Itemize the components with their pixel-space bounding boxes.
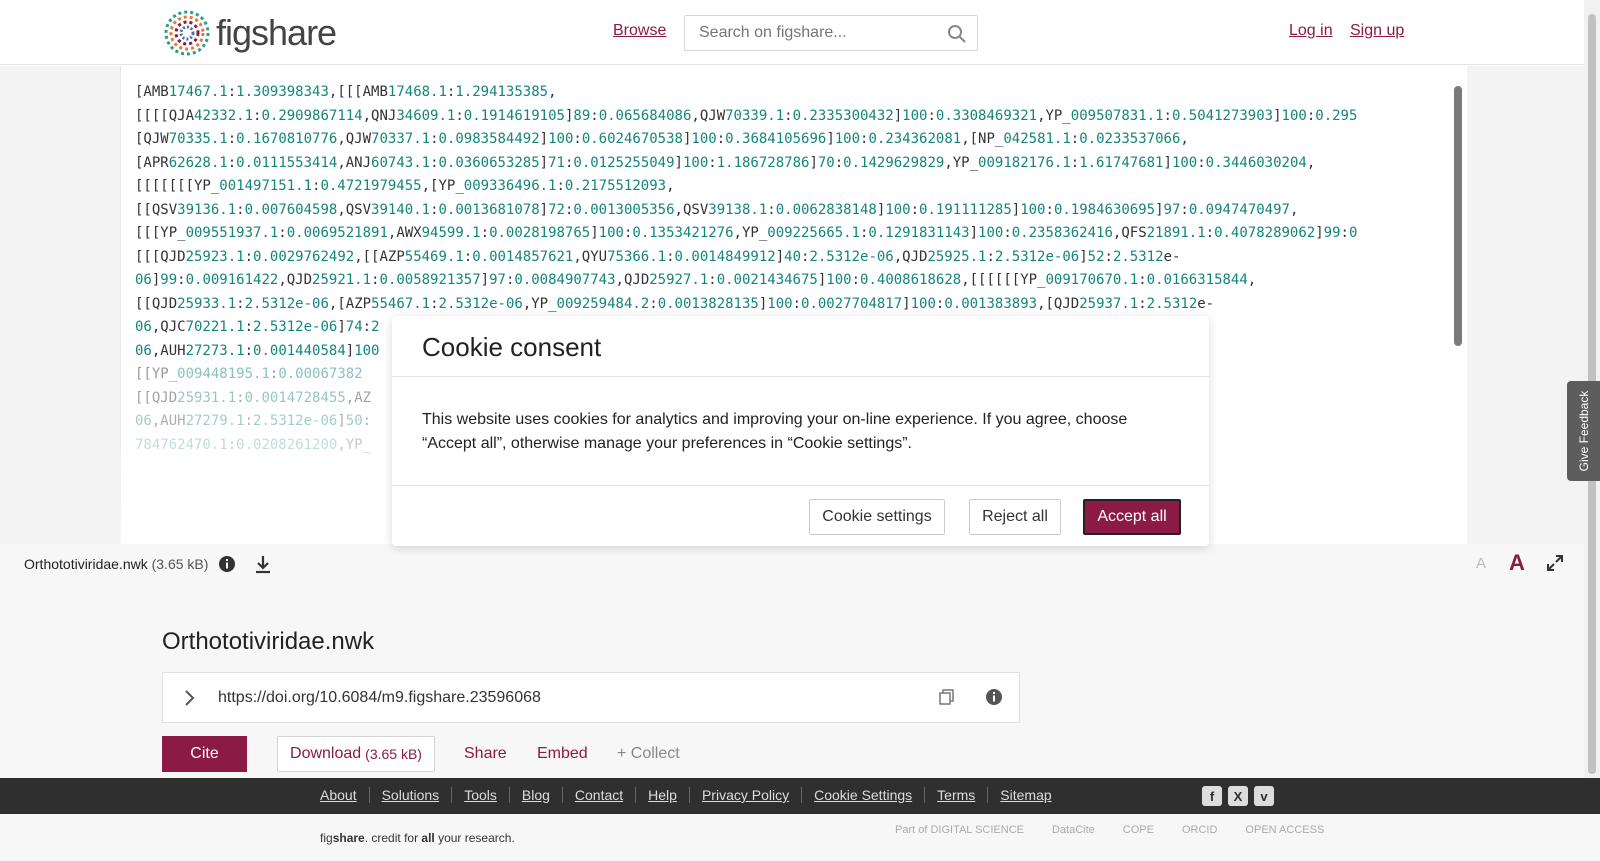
file-name: Orthototiviridae.nwk (3.65 kB) [24,556,208,572]
file-bar: Orthototiviridae.nwk (3.65 kB) A A [0,544,1584,584]
footer-nav: About Solutions Tools Blog Contact Help Privac… [0,778,1600,814]
code-line: [[[[[[[YP_001497151.1:0.4721979455,[YP_0… [135,178,675,194]
tagline-fig: fig [320,831,333,845]
fullscreen-icon[interactable] [1547,555,1563,571]
give-feedback-label: Give Feedback [1576,390,1591,472]
search-input[interactable] [699,24,939,42]
code-line: [[QJD25933.1:2.5312e-06,[AZP55467.1:2.53… [135,295,1215,312]
download-icon[interactable] [253,554,273,574]
browse-link[interactable]: Browse [613,22,666,40]
code-line: 06]99:0.009161422,QJD25921.1:0.005892135… [135,272,1257,288]
site-header: figshare Browse Log in Sign up [0,0,1584,65]
reject-all-button[interactable]: Reject all [969,499,1061,535]
cookie-settings-button[interactable]: Cookie settings [809,499,945,535]
dialog-body: This website uses cookies for analytics … [422,411,1128,452]
footer-link-contact[interactable]: Contact [561,787,635,803]
tagline-all: all [421,831,435,845]
footer-bottom: figshare. credit for all your research. … [0,814,1600,861]
footer-link-help[interactable]: Help [635,787,689,803]
file-name-text: Orthototiviridae.nwk [24,556,148,572]
info-icon[interactable] [985,688,1003,706]
footer-link-privacy-policy[interactable]: Privacy Policy [688,787,801,803]
code-line: [[[YP_009551937.1:0.0069521891,AWX94599.… [135,225,1358,241]
figshare-logo[interactable]: figshare [162,8,337,58]
cookie-consent-dialog: Cookie consent This website uses cookies… [392,316,1209,546]
decrease-font-button[interactable]: A [1476,555,1486,572]
chevron-right-icon[interactable] [181,689,197,707]
dialog-title: Cookie consent [422,332,602,362]
search-icon[interactable] [947,24,967,44]
tagline-credit: . credit for [364,831,422,845]
file-size-text: (3.65 kB) [151,556,209,572]
signup-link[interactable]: Sign up [1350,22,1404,40]
download-button[interactable]: Download (3.65 kB) [277,736,435,772]
vimeo-icon[interactable]: v [1254,786,1274,806]
code-scrollbar-thumb[interactable] [1454,86,1462,346]
download-label: Download [290,745,362,762]
embed-button[interactable]: Embed [537,745,588,763]
divider [392,376,1209,377]
facebook-icon[interactable]: f [1202,786,1222,806]
code-line: [[QJD25931.1:0.0014728455,AZ [135,389,372,406]
footer-link-solutions[interactable]: Solutions [368,787,452,803]
code-line: [QJW70335.1:0.1670810776,QJW70337.1:0.09… [135,131,1189,147]
code-line: 06,QJC70221.1:2.5312e-06]74:2 [135,319,380,335]
logo-wordmark: figshare [216,12,337,53]
doi-link[interactable]: https://doi.org/10.6084/m9.figshare.2359… [218,689,541,707]
accept-all-button[interactable]: Accept all [1083,499,1181,535]
code-line: 06,AUH27273.1:0.001440584]100 [135,342,380,359]
item-title: Orthototiviridae.nwk [162,628,375,655]
open-access-logo[interactable]: OPEN ACCESS [1245,824,1324,836]
code-line: [APR62628.1:0.0111553414,ANJ60743.1:0.03… [135,154,1316,171]
footer-tagline: figshare. credit for all your research. [320,831,515,845]
footer-link-sitemap[interactable]: Sitemap [987,787,1063,803]
code-line: [[QSV39136.1:0.007604598,QSV39140.1:0.00… [135,201,1299,218]
download-size: (3.65 kB) [365,746,422,762]
footer-link-terms[interactable]: Terms [924,787,987,803]
footer-link-about[interactable]: About [320,787,369,803]
give-feedback-tab[interactable]: Give Feedback [1567,381,1600,481]
footer-link-blog[interactable]: Blog [508,787,562,803]
logo-mark-icon [164,10,210,56]
search-box [684,15,978,51]
datacite-logo[interactable]: DataCite [1052,824,1095,836]
code-line: [[YP_009448195.1:0.00067382 [135,366,363,382]
login-link[interactable]: Log in [1289,22,1333,40]
tagline-research: your research. [434,831,515,845]
code-line: [[[[QJA42332.1:0.2909867114,QNJ34609.1:0… [135,107,1358,124]
footer-links: About Solutions Tools Blog Contact Help Privac… [320,787,1064,803]
info-icon[interactable] [218,555,236,573]
code-line: [[[QJD25923.1:0.0029762492,[[AZP55469.1:… [135,248,1181,265]
item-section: Orthototiviridae.nwk https://doi.org/10.… [0,584,1584,778]
social-links: f X v [1202,786,1274,806]
increase-font-button[interactable]: A [1509,550,1525,576]
footer-link-tools[interactable]: Tools [451,787,509,803]
footer-link-cookie-settings[interactable]: Cookie Settings [801,787,924,803]
divider [392,485,1209,486]
share-button[interactable]: Share [464,745,507,763]
collect-button[interactable]: + Collect [617,745,680,763]
doi-box: https://doi.org/10.6084/m9.figshare.2359… [162,672,1020,723]
x-twitter-icon[interactable]: X [1228,786,1248,806]
copy-icon[interactable] [938,688,956,706]
code-line: [AMB17467.1:1.309398343,[[[AMB17468.1:1.… [135,84,557,100]
digital-science-logo[interactable]: Part of DIGITAL SCIENCE [895,824,1024,836]
cite-button[interactable]: Cite [162,736,247,772]
cope-logo[interactable]: COPE [1123,824,1154,836]
partner-logos: Part of DIGITAL SCIENCE DataCite COPE OR… [895,824,1324,836]
tagline-share: share [332,831,365,845]
orcid-logo[interactable]: ORCID [1182,824,1217,836]
